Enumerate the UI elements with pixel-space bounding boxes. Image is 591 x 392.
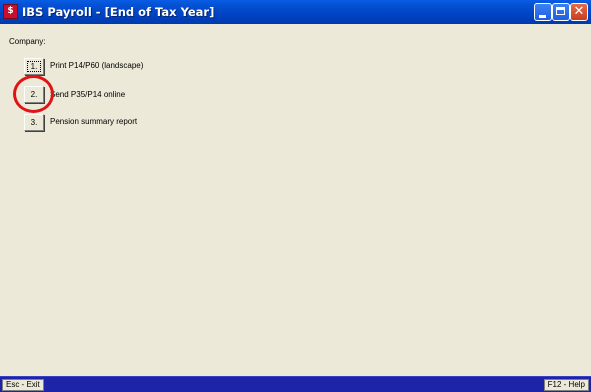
main-window: $ IBS Payroll - [End of Tax Year] ✕ Comp… xyxy=(0,0,591,392)
maximize-button[interactable] xyxy=(552,3,570,21)
close-button[interactable]: ✕ xyxy=(570,3,588,21)
menu-button-2[interactable]: 2. xyxy=(24,86,44,103)
menu-label-pension-summary: Pension summary report xyxy=(50,117,138,126)
title-bar[interactable]: $ IBS Payroll - [End of Tax Year] ✕ xyxy=(0,0,591,24)
maximize-icon xyxy=(556,7,565,15)
close-icon: ✕ xyxy=(573,4,585,19)
window-title: IBS Payroll - [End of Tax Year] xyxy=(22,5,215,19)
minimize-icon xyxy=(539,15,546,18)
minimize-button[interactable] xyxy=(534,3,552,21)
menu-button-1[interactable]: 1. xyxy=(24,58,44,75)
app-icon[interactable]: $ xyxy=(3,4,18,19)
company-label: Company: xyxy=(9,37,46,46)
f12-help-button[interactable]: F12 - Help xyxy=(543,379,589,391)
menu-button-3[interactable]: 3. xyxy=(24,114,44,131)
esc-exit-button[interactable]: Esc - Exit xyxy=(2,379,44,391)
menu-label-print-p14-p60: Print P14/P60 (landscape) xyxy=(50,61,144,70)
status-bar: Esc - Exit F12 - Help xyxy=(0,376,591,392)
menu-label-send-p35-p14: Send P35/P14 online xyxy=(50,90,126,99)
